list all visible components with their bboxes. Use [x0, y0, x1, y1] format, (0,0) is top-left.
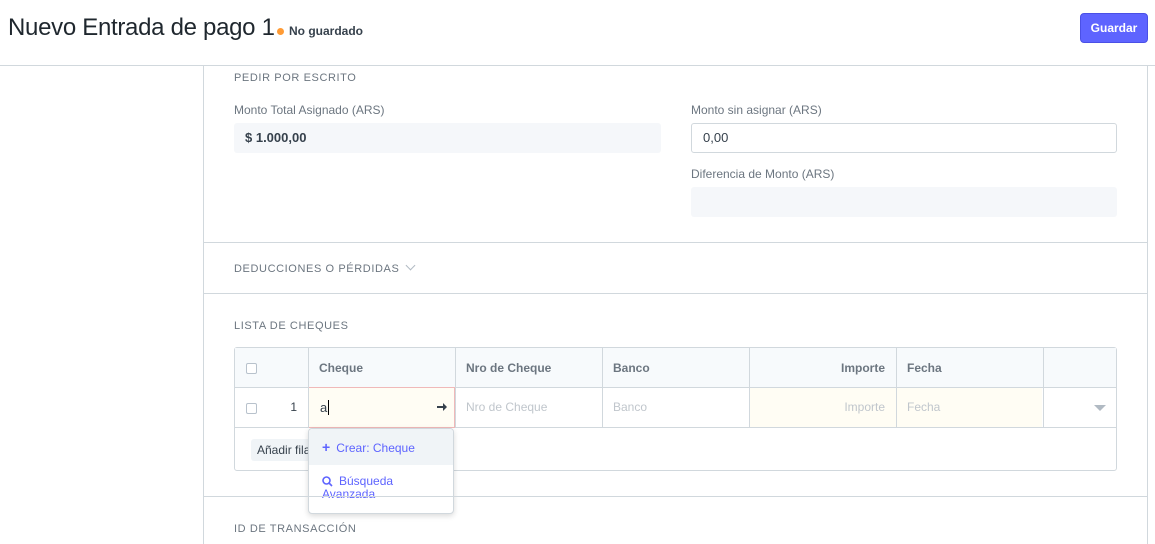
column-header-banco: Banco — [613, 361, 650, 375]
status-indicator: No guardado — [277, 24, 363, 38]
section-divider — [203, 496, 1148, 497]
column-header-importe: Importe — [840, 361, 885, 375]
column-header-fecha: Fecha — [907, 361, 942, 375]
create-cheque-option[interactable]: + Crear: Cheque — [309, 429, 453, 465]
grid-header: Cheque Nro de Cheque Banco Importe Fecha — [235, 348, 1116, 388]
difference-label: Diferencia de Monto (ARS) — [691, 167, 835, 181]
create-cheque-label: Crear: Cheque — [336, 441, 415, 455]
difference-value — [691, 187, 1117, 217]
column-divider — [455, 348, 456, 428]
cheque-input-value: a — [320, 400, 328, 415]
cheque-link-input[interactable]: a — [308, 387, 455, 428]
section-divider — [203, 293, 1148, 294]
save-button[interactable]: Guardar — [1080, 13, 1148, 43]
total-allocated-value: $ 1.000,00 — [234, 123, 661, 153]
section-cheques-label: LISTA DE CHEQUES — [234, 320, 349, 332]
text-caret — [328, 400, 329, 415]
unallocated-label: Monto sin asignar (ARS) — [691, 103, 822, 117]
row-index: 1 — [290, 400, 297, 414]
page-header: Nuevo Entrada de pago 1 No guardado Guar… — [0, 0, 1155, 66]
chevron-down-icon — [405, 260, 416, 271]
column-header-nro-cheque: Nro de Cheque — [466, 361, 552, 375]
status-text: No guardado — [289, 24, 363, 38]
advanced-search-label-2: Avanzada — [322, 487, 376, 501]
row-checkbox[interactable] — [246, 403, 257, 414]
total-allocated-label: Monto Total Asignado (ARS) — [234, 103, 385, 117]
select-all-checkbox[interactable] — [246, 363, 257, 374]
banco-cell[interactable]: Banco — [602, 388, 749, 427]
arrow-right-icon[interactable] — [436, 401, 448, 413]
fecha-cell[interactable]: Fecha — [896, 388, 1043, 427]
status-dot-icon — [277, 27, 284, 35]
column-divider — [749, 348, 750, 428]
section-transaction-label: ID DE TRANSACCIÓN — [234, 523, 357, 535]
column-divider — [896, 348, 897, 428]
unallocated-input[interactable]: 0,00 — [691, 123, 1117, 153]
importe-cell[interactable]: Importe — [749, 388, 896, 427]
column-divider — [602, 348, 603, 428]
search-icon — [322, 476, 333, 487]
section-pedir-label: PEDIR POR ESCRITO — [234, 72, 357, 84]
section-deductions-label: DEDUCCIONES O PÉRDIDAS — [234, 263, 400, 275]
autocomplete-dropdown: + Crear: Cheque Búsqueda Avanzada — [308, 428, 454, 514]
section-deductions-toggle[interactable]: DEDUCCIONES O PÉRDIDAS — [234, 260, 416, 275]
advanced-search-option[interactable]: Búsqueda Avanzada — [309, 475, 453, 509]
advanced-search-label-1: Búsqueda — [339, 474, 394, 488]
section-divider — [203, 242, 1148, 243]
nro-cheque-cell[interactable]: Nro de Cheque — [455, 388, 602, 427]
column-divider — [308, 348, 309, 428]
table-row[interactable]: 1 a Nro de Cheque Banco Importe Fecha — [235, 387, 1116, 428]
column-header-cheque: Cheque — [319, 361, 364, 375]
page-title: Nuevo Entrada de pago 1 — [8, 14, 275, 41]
plus-icon: + — [322, 439, 331, 455]
row-menu-caret-icon[interactable] — [1094, 405, 1106, 411]
column-divider — [1043, 348, 1044, 428]
add-row-button[interactable]: Añadir fila — [251, 439, 317, 461]
